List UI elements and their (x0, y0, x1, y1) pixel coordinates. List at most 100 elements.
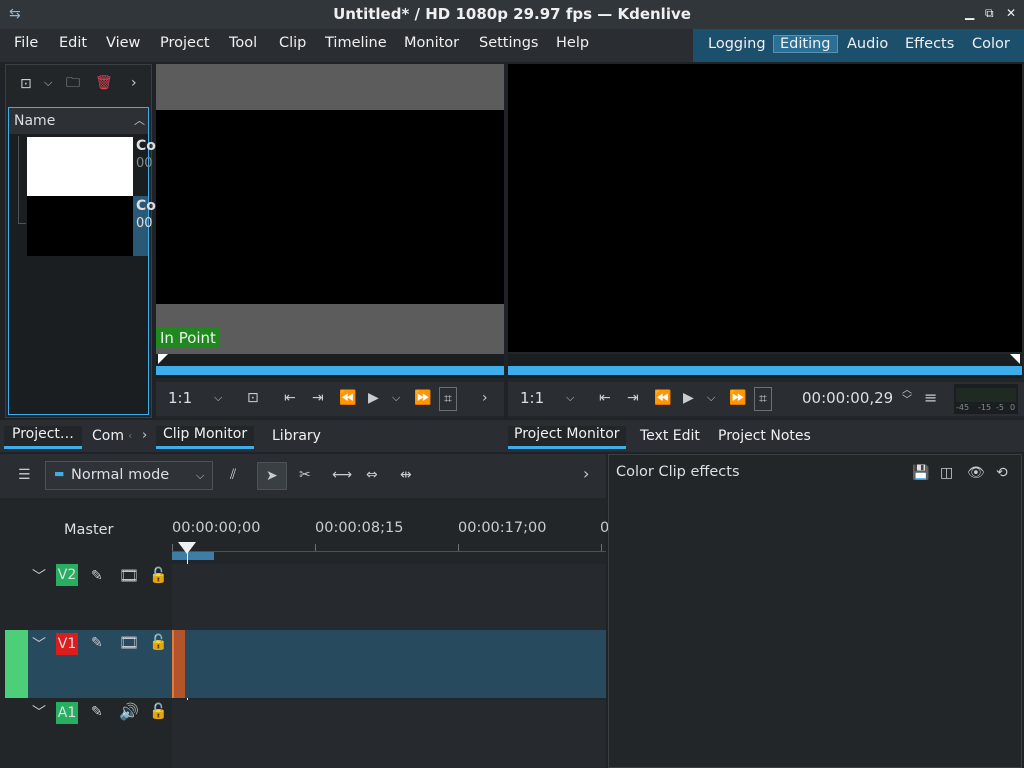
mute-audio-icon[interactable]: 🔊 (119, 704, 139, 720)
ripple-tool-icon[interactable]: ⇔ (366, 468, 378, 482)
lock-icon[interactable]: 🔓 (149, 704, 168, 719)
set-in-icon[interactable]: ⇤ (284, 391, 296, 405)
clip-on-timeline[interactable] (172, 630, 185, 698)
track-v2-lane[interactable] (172, 564, 606, 630)
project-ruler[interactable] (508, 354, 1022, 378)
tab-project-bin[interactable]: Project… (4, 426, 82, 449)
zoom-dropdown-icon[interactable]: ⌵ (566, 392, 574, 403)
tab-compositions[interactable]: Com (92, 428, 124, 444)
set-in-icon[interactable]: ⇤ (599, 391, 611, 405)
layout-color[interactable]: Color (972, 36, 1010, 52)
collapse-track-icon[interactable]: ﹀ (32, 570, 46, 584)
tab-scroll-left-icon[interactable]: ‹ (128, 430, 132, 441)
master-label[interactable]: Master (64, 522, 114, 538)
tab-clip-monitor[interactable]: Clip Monitor (156, 426, 255, 449)
timeline-ruler[interactable]: 00:00:00;00 00:00:08;15 00:00:17;00 0 (172, 518, 609, 564)
clip-zone-bar[interactable] (156, 366, 504, 375)
forward-icon[interactable]: ⏩ (414, 391, 431, 405)
fullscreen-icon[interactable]: ⊡ (247, 391, 259, 405)
slide-tool-icon[interactable]: ⇹ (400, 468, 412, 482)
hamburger-menu-icon[interactable]: ≡ (924, 390, 937, 406)
vu-label-0: 0 (1010, 403, 1016, 412)
menu-file[interactable]: File (14, 35, 38, 51)
restore-icon[interactable]: ⧉ (985, 6, 994, 21)
select-tool-icon[interactable]: ➤ (257, 462, 287, 490)
razor-tool-icon[interactable]: ✂ (299, 468, 311, 482)
zoom-dropdown-icon[interactable]: ⌵ (214, 392, 222, 403)
play-icon[interactable]: ▶ (368, 391, 379, 405)
set-out-icon[interactable]: ⇥ (627, 391, 639, 405)
timecode-spinner-icon[interactable]: ︿ ﹀ (902, 386, 912, 406)
play-icon[interactable]: ▶ (683, 391, 694, 405)
rewind-icon[interactable]: ⏪ (339, 391, 356, 405)
collapse-track-icon[interactable]: ﹀ (32, 638, 46, 652)
sort-asc-icon: ︿ (134, 114, 145, 127)
chevron-right-icon[interactable]: › (131, 76, 137, 90)
reset-icon[interactable]: ⟲ (996, 466, 1008, 480)
collapse-track-icon[interactable]: ﹀ (32, 706, 46, 720)
track-a1-lane[interactable] (172, 700, 606, 768)
delete-icon[interactable]: 🗑 (95, 76, 113, 90)
menu-project[interactable]: Project (160, 35, 210, 51)
track-name-v1[interactable]: V1 (56, 633, 78, 655)
project-zone-bar[interactable] (508, 366, 1022, 375)
bin-item-white[interactable]: Co 00 (9, 136, 156, 196)
project-zoom-value[interactable]: 1:1 (520, 389, 544, 407)
tab-scroll-right-icon[interactable]: › (142, 429, 147, 442)
crop-icon[interactable]: ⌗ (754, 387, 772, 411)
menu-timeline[interactable]: Timeline (325, 35, 387, 51)
track-name-v2[interactable]: V2 (56, 564, 78, 586)
menu-edit[interactable]: Edit (59, 35, 87, 51)
playhead-marker[interactable] (1010, 354, 1020, 364)
minimize-icon[interactable]: ▁ (965, 6, 974, 20)
clip-ruler-track[interactable] (156, 354, 504, 378)
tab-project-monitor[interactable]: Project Monitor (508, 426, 626, 449)
effects-icon[interactable]: ✎ (91, 705, 103, 719)
layout-effects[interactable]: Effects (905, 36, 954, 52)
spacer-tool-icon[interactable]: ⫽ (230, 468, 236, 482)
menu-monitor[interactable]: Monitor (404, 35, 459, 51)
menu-help[interactable]: Help (556, 35, 589, 51)
add-folder-icon[interactable]: 🗀 (66, 76, 80, 90)
clip-zoom-value[interactable]: 1:1 (168, 389, 192, 407)
chevron-down-icon[interactable]: ⌵ (44, 77, 52, 88)
tab-text-edit[interactable]: Text Edit (640, 428, 700, 444)
slip-tool-icon[interactable]: ⟷ (332, 468, 352, 482)
menu-view[interactable]: View (106, 35, 140, 51)
effects-icon[interactable]: ✎ (91, 569, 103, 583)
rewind-icon[interactable]: ⏪ (654, 391, 671, 405)
tab-project-notes[interactable]: Project Notes (718, 428, 811, 444)
timeline-settings-icon[interactable]: ☰ (18, 468, 31, 482)
compare-icon[interactable]: ◫ (940, 466, 953, 480)
close-icon[interactable]: ✕ (1006, 6, 1016, 20)
track-v1-lane[interactable] (172, 630, 606, 698)
more-chevron-icon[interactable]: › (482, 391, 488, 405)
save-effect-icon[interactable]: 💾 (912, 466, 929, 480)
layout-audio[interactable]: Audio (847, 36, 888, 52)
edit-mode-select[interactable]: ▬ Normal mode ⌵ (45, 461, 213, 490)
layout-logging[interactable]: Logging (708, 36, 766, 52)
bin-item-black[interactable]: Co 00 (9, 196, 156, 256)
set-out-icon[interactable]: ⇥ (312, 391, 324, 405)
play-options-icon[interactable]: ⌵ (707, 392, 715, 403)
forward-icon[interactable]: ⏩ (729, 391, 746, 405)
menu-tool[interactable]: Tool (229, 35, 257, 51)
hide-video-icon[interactable]: 🎞 (119, 568, 139, 584)
add-clip-icon[interactable]: ⊡ (20, 77, 32, 91)
lock-icon[interactable]: 🔓 (149, 635, 168, 650)
menu-settings[interactable]: Settings (479, 35, 538, 51)
view-icon[interactable]: 👁 (967, 466, 985, 480)
menu-clip[interactable]: Clip (279, 35, 306, 51)
tab-library[interactable]: Library (272, 428, 321, 444)
layout-editing[interactable]: Editing (773, 35, 838, 53)
track-name-a1[interactable]: A1 (56, 702, 78, 724)
play-options-icon[interactable]: ⌵ (392, 392, 400, 403)
in-marker[interactable] (158, 354, 168, 364)
crop-icon[interactable]: ⌗ (439, 387, 457, 411)
effects-icon[interactable]: ✎ (91, 636, 103, 650)
lock-icon[interactable]: 🔓 (149, 568, 168, 583)
bin-header[interactable]: Name ︿ (9, 108, 148, 134)
timecode-field[interactable]: 00:00:00,29 (802, 389, 893, 407)
more-tools-chevron-icon[interactable]: › (583, 466, 589, 482)
hide-video-icon[interactable]: 🎞 (119, 635, 139, 651)
